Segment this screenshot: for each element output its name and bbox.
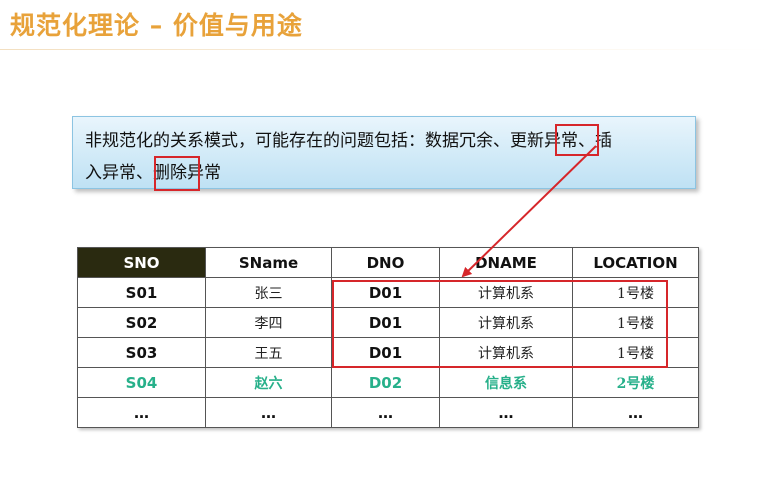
annotation-overlay bbox=[332, 145, 668, 368]
redundant-data-box bbox=[332, 280, 668, 368]
annotation-arrow bbox=[461, 145, 597, 278]
